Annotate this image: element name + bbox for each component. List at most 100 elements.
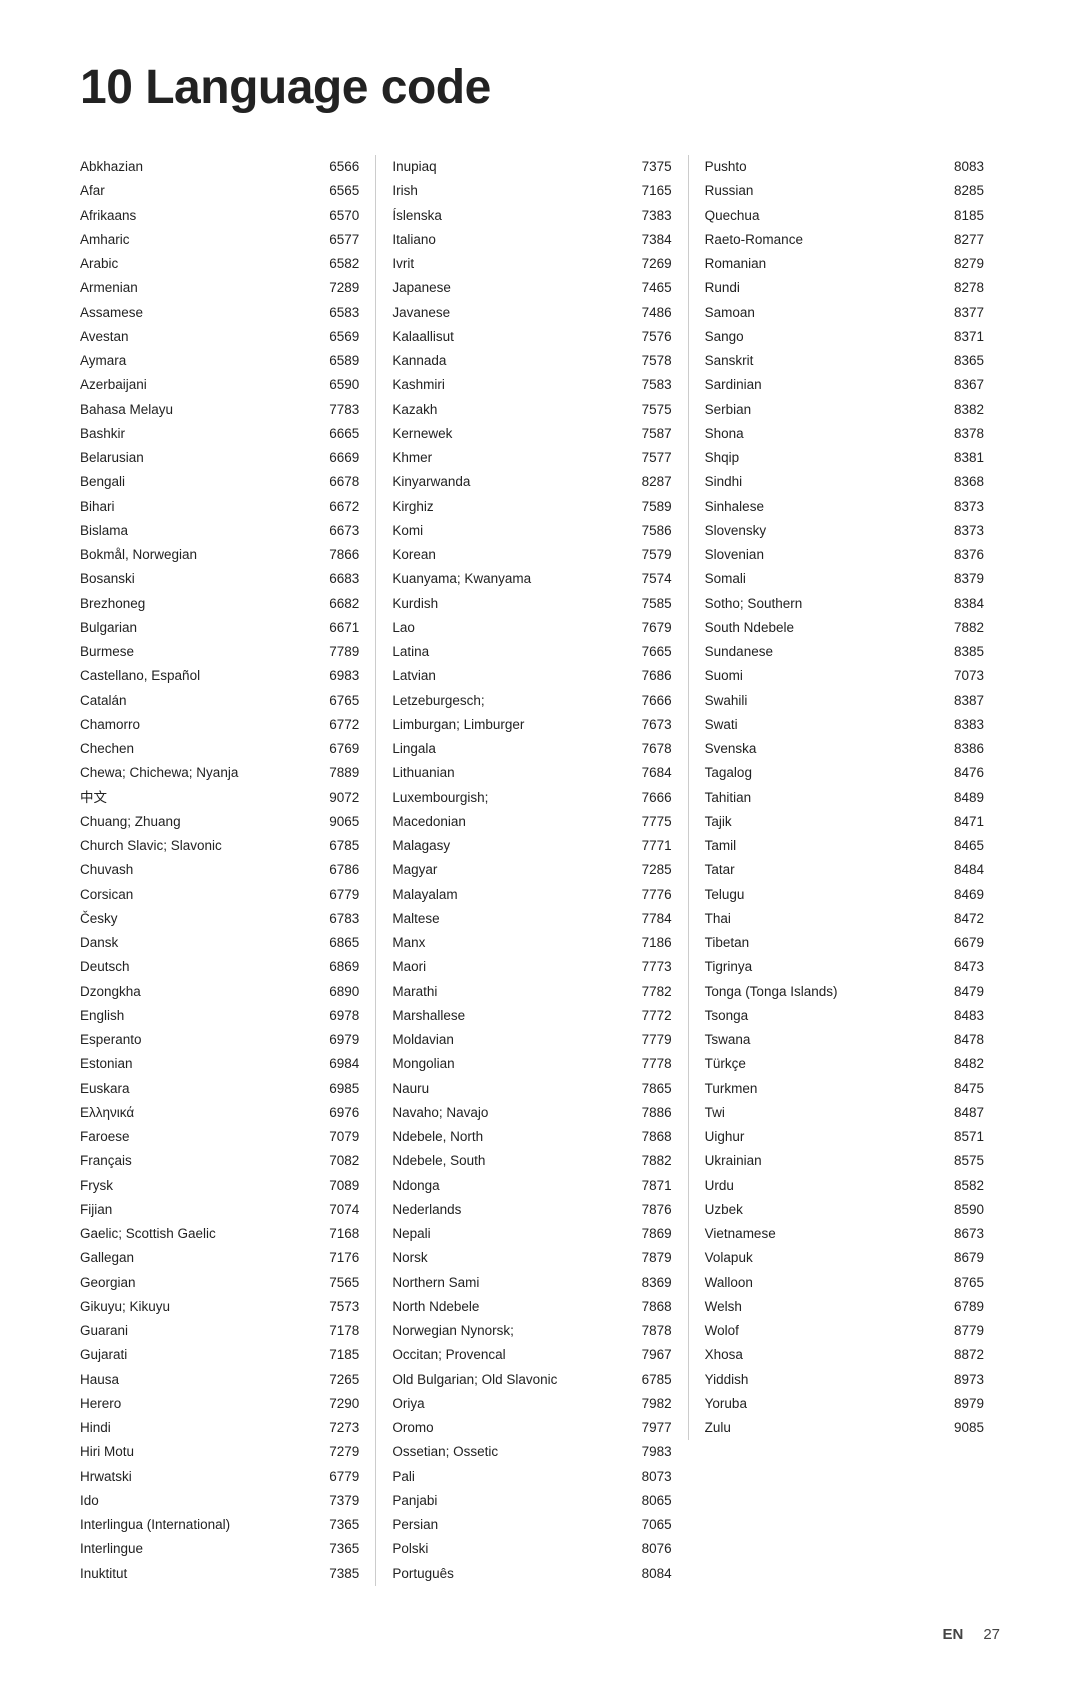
- language-name: Avestan: [80, 327, 317, 347]
- language-code: 7583: [634, 375, 672, 395]
- language-code: 7776: [634, 885, 672, 905]
- list-item: Polski8076: [392, 1537, 671, 1561]
- language-code: 7783: [321, 400, 359, 420]
- language-code: 7673: [634, 715, 672, 735]
- language-code: 7666: [634, 788, 672, 808]
- language-name: Faroese: [80, 1127, 317, 1147]
- list-item: Hausa7265: [80, 1368, 359, 1392]
- language-code: 8279: [946, 254, 984, 274]
- language-code: 6589: [321, 351, 359, 371]
- list-item: Herero7290: [80, 1392, 359, 1416]
- list-item: Oriya7982: [392, 1392, 671, 1416]
- language-code: 8367: [946, 375, 984, 395]
- language-name: Bokmål, Norwegian: [80, 545, 317, 565]
- page-title: 10 Language code: [80, 60, 1000, 115]
- language-code: 7176: [321, 1248, 359, 1268]
- language-code: 7486: [634, 303, 672, 323]
- language-code: 7089: [321, 1176, 359, 1196]
- list-item: Swahili8387: [705, 689, 984, 713]
- list-item: Twi8487: [705, 1101, 984, 1125]
- list-item: Česky6783: [80, 907, 359, 931]
- list-item: Turkmen8475: [705, 1077, 984, 1101]
- language-name: Sinhalese: [705, 497, 942, 517]
- language-code: 7168: [321, 1224, 359, 1244]
- language-name: Latvian: [392, 666, 629, 686]
- list-item: Avestan6569: [80, 325, 359, 349]
- language-code: 8373: [946, 521, 984, 541]
- list-item: Dansk6865: [80, 931, 359, 955]
- language-code: 7269: [634, 254, 672, 274]
- language-name: Korean: [392, 545, 629, 565]
- language-name: Kinyarwanda: [392, 472, 629, 492]
- list-item: Church Slavic; Slavonic6785: [80, 834, 359, 858]
- language-name: Lao: [392, 618, 629, 638]
- language-name: Somali: [705, 569, 942, 589]
- language-name: Hausa: [80, 1370, 317, 1390]
- list-item: Panjabi8065: [392, 1489, 671, 1513]
- language-name: Türkçe: [705, 1054, 942, 1074]
- language-name: South Ndebele: [705, 618, 942, 638]
- language-code: 6669: [321, 448, 359, 468]
- language-name: Bislama: [80, 521, 317, 541]
- list-item: Euskara6985: [80, 1077, 359, 1101]
- list-item: Rundi8278: [705, 276, 984, 300]
- language-name: Swahili: [705, 691, 942, 711]
- list-item: Lao7679: [392, 616, 671, 640]
- language-name: Tibetan: [705, 933, 942, 953]
- language-code: 8384: [946, 594, 984, 614]
- language-code: 6683: [321, 569, 359, 589]
- language-code: 6890: [321, 982, 359, 1002]
- language-code: 7983: [634, 1442, 672, 1462]
- language-code: 7772: [634, 1006, 672, 1026]
- list-item: Brezhoneg6682: [80, 592, 359, 616]
- column-1: Abkhazian6566Afar6565Afrikaans6570Amhari…: [80, 155, 375, 1586]
- language-code: 7586: [634, 521, 672, 541]
- language-name: Ukrainian: [705, 1151, 942, 1171]
- list-item: Welsh6789: [705, 1295, 984, 1319]
- language-name: Chewa; Chichewa; Nyanja: [80, 763, 317, 783]
- list-item: Ndebele, South7882: [392, 1149, 671, 1173]
- language-code: 7465: [634, 278, 672, 298]
- list-item: Bulgarian6671: [80, 616, 359, 640]
- language-name: Inupiaq: [392, 157, 629, 177]
- language-code: 8285: [946, 181, 984, 201]
- language-name: Old Bulgarian; Old Slavonic: [392, 1370, 629, 1390]
- language-code: 7773: [634, 957, 672, 977]
- list-item: Kuanyama; Kwanyama7574: [392, 567, 671, 591]
- language-name: Corsican: [80, 885, 317, 905]
- language-code: 7186: [634, 933, 672, 953]
- list-item: Ndebele, North7868: [392, 1125, 671, 1149]
- language-name: Thai: [705, 909, 942, 929]
- language-name: Armenian: [80, 278, 317, 298]
- list-item: Luxembourgish;7666: [392, 786, 671, 810]
- language-name: Italiano: [392, 230, 629, 250]
- language-name: Oriya: [392, 1394, 629, 1414]
- language-name: Kazakh: [392, 400, 629, 420]
- language-name: Gallegan: [80, 1248, 317, 1268]
- language-name: Romanian: [705, 254, 942, 274]
- language-code: 7778: [634, 1054, 672, 1074]
- list-item: North Ndebele7868: [392, 1295, 671, 1319]
- language-name: Nederlands: [392, 1200, 629, 1220]
- language-code: 7065: [634, 1515, 672, 1535]
- language-code: 8779: [946, 1321, 984, 1341]
- list-item: Russian8285: [705, 179, 984, 203]
- language-code: 7289: [321, 278, 359, 298]
- list-item: Sanskrit8365: [705, 349, 984, 373]
- language-name: Assamese: [80, 303, 317, 323]
- list-item: Malagasy7771: [392, 834, 671, 858]
- language-name: Tahitian: [705, 788, 942, 808]
- list-item: Interlingua (International)7365: [80, 1513, 359, 1537]
- list-item: Kashmiri7583: [392, 373, 671, 397]
- language-name: Bahasa Melayu: [80, 400, 317, 420]
- language-code: 7782: [634, 982, 672, 1002]
- list-item: Castellano, Español6983: [80, 664, 359, 688]
- list-item: Türkçe8482: [705, 1052, 984, 1076]
- language-name: Euskara: [80, 1079, 317, 1099]
- language-name: Tatar: [705, 860, 942, 880]
- language-name: Deutsch: [80, 957, 317, 977]
- language-code: 6785: [634, 1370, 672, 1390]
- column-3: Pushto8083Russian8285Quechua8185Raeto-Ro…: [688, 155, 1000, 1440]
- list-item: Aymara6589: [80, 349, 359, 373]
- language-name: Raeto-Romance: [705, 230, 942, 250]
